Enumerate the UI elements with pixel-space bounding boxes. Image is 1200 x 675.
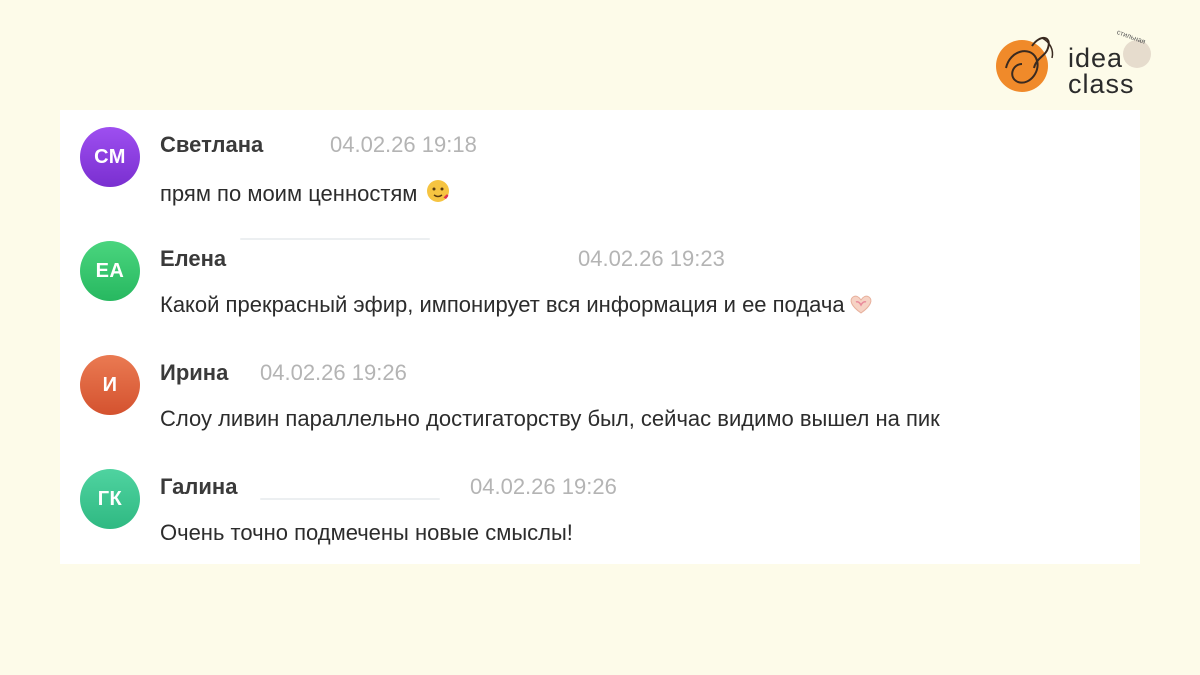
brand-name-line2: class [1068,69,1135,99]
chat-message: ГК Галина 04.02.26 19:26 Очень точно под… [60,452,1140,552]
brand-name-line1: idea [1068,43,1124,73]
face-with-hearts-icon [425,178,451,210]
message-text: Слоу ливин параллельно достигаторству бы… [160,406,940,432]
message-body: Очень точно подмечены новые смыслы! [160,520,573,545]
chat-message: ЕА Елена 04.02.26 19:23 Какой прекрасный… [60,224,1140,324]
message-author[interactable]: Елена [160,246,226,272]
message-author[interactable]: Галина [160,474,237,500]
message-text: прям по моим ценностям [160,178,451,210]
avatar-initials: И [102,373,118,396]
message-body: прям по моим ценностям [160,181,418,206]
redacted-line [240,238,430,240]
avatar[interactable]: И [80,355,140,415]
message-body: Какой прекрасный эфир, импонирует вся ин… [160,292,845,317]
brand-badge [1123,40,1151,68]
chat-message: СМ Светлана 04.02.26 19:18 прям по моим … [60,110,1140,210]
message-timestamp: 04.02.26 19:23 [578,246,725,271]
avatar-initials: СМ [94,145,126,168]
chat-message: И Ирина 04.02.26 19:26 Слоу ливин паралл… [60,338,1140,438]
brand-logo: стильная idea class [992,28,1162,100]
chat-panel: СМ Светлана 04.02.26 19:18 прям по моим … [60,110,1140,564]
avatar-initials: ГК [97,487,123,510]
avatar-initials: ЕА [95,259,125,282]
message-timestamp: 04.02.26 19:18 [330,132,477,157]
message-text: Очень точно подмечены новые смыслы! [160,520,573,546]
message-author[interactable]: Светлана [160,132,263,158]
redacted-line [260,498,440,500]
message-body: Слоу ливин параллельно достигаторству бы… [160,406,940,431]
message-timestamp: 04.02.26 19:26 [470,474,617,499]
heart-hands-icon [847,293,875,321]
avatar[interactable]: СМ [80,127,140,187]
avatar[interactable]: ГК [80,469,140,529]
message-timestamp: 04.02.26 19:26 [260,360,407,385]
message-author[interactable]: Ирина [160,360,228,386]
message-text: Какой прекрасный эфир, импонирует вся ин… [160,292,875,321]
brand-mark-icon [996,37,1054,92]
avatar[interactable]: ЕА [80,241,140,301]
